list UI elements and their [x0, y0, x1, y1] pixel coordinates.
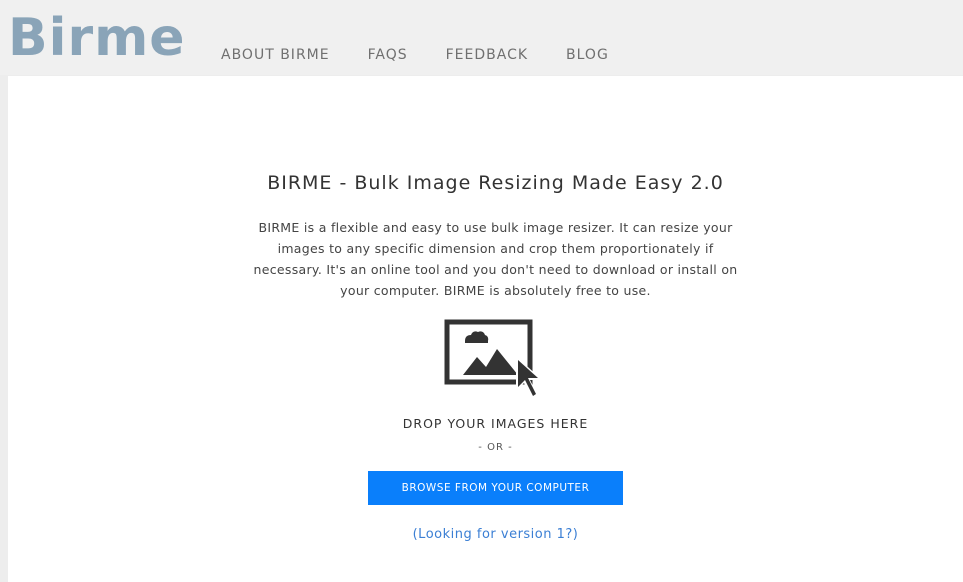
image-drop-icon[interactable]	[444, 319, 548, 404]
or-separator: - OR -	[478, 442, 513, 453]
main-content: BIRME - Bulk Image Resizing Made Easy 2.…	[8, 76, 963, 582]
nav-item-blog[interactable]: BLOG	[566, 45, 609, 65]
image-drop-svg	[444, 319, 542, 399]
main-nav: ABOUT BIRME FAQS FEEDBACK BLOG	[221, 45, 647, 65]
version-1-link[interactable]: (Looking for version 1?)	[8, 526, 963, 544]
intro-description: BIRME is a flexible and easy to use bulk…	[253, 220, 738, 298]
page-title: BIRME - Bulk Image Resizing Made Easy 2.…	[267, 172, 724, 194]
nav-item-about-birme[interactable]: ABOUT BIRME	[221, 45, 330, 65]
nav-item-feedback[interactable]: FEEDBACK	[446, 45, 528, 65]
site-header: Birme ABOUT BIRME FAQS FEEDBACK BLOG	[0, 0, 963, 75]
birme-logo[interactable]: Birme	[8, 3, 186, 73]
browse-computer-button[interactable]: BROWSE FROM YOUR COMPUTER	[368, 471, 623, 505]
nav-item-faqs[interactable]: FAQS	[368, 45, 408, 65]
drop-images-label: DROP YOUR IMAGES HERE	[402, 416, 589, 431]
